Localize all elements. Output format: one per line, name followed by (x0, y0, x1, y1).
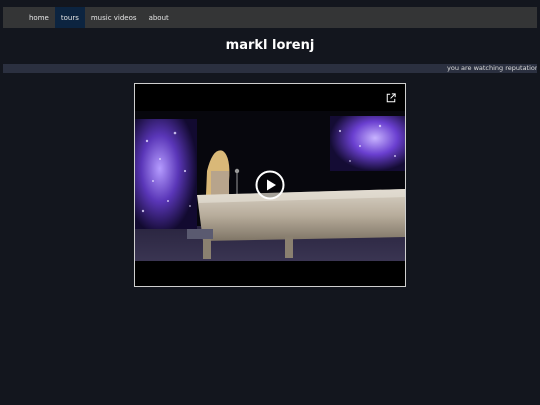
nav-item-label: home (29, 13, 49, 22)
external-link-icon[interactable] (386, 93, 396, 103)
site-title: markl lorenj (225, 38, 315, 53)
nav-item-tours[interactable]: tours (54, 7, 85, 28)
nav-item-label: music videos (90, 13, 137, 22)
nav-item-music-videos[interactable]: music videos (85, 7, 143, 28)
marquee-text: you are watching reputation s (447, 64, 537, 72)
navbar: home tours music videos about (3, 7, 537, 28)
nav-item-about[interactable]: about (143, 7, 175, 28)
video-player[interactable] (134, 83, 406, 287)
top-strip (0, 0, 540, 7)
nav-item-label: about (148, 13, 169, 22)
marquee-bar: you are watching reputation s (3, 64, 537, 73)
play-icon[interactable] (255, 170, 285, 200)
nav-item-home[interactable]: home (23, 7, 55, 28)
nav-item-label: tours (60, 13, 79, 22)
